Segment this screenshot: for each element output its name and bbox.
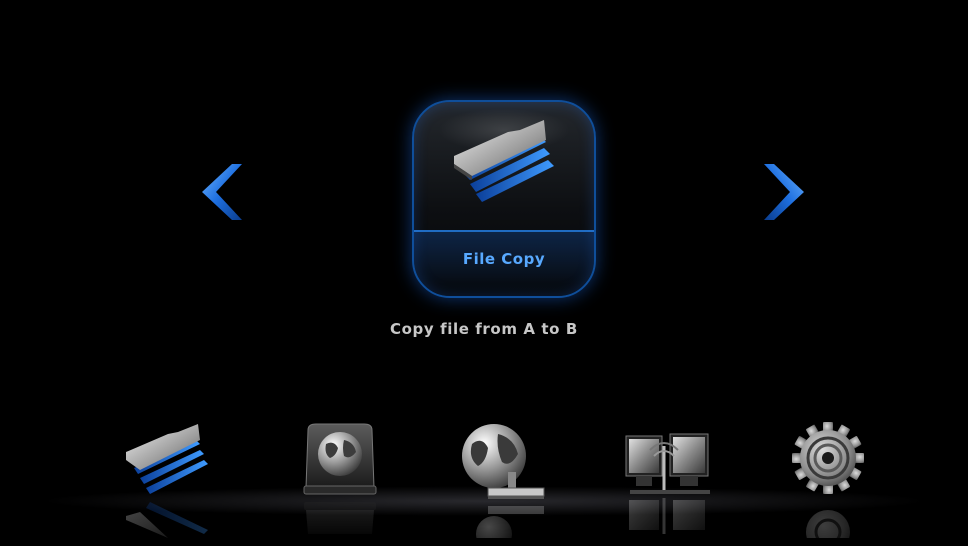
app-description: Copy file from A to B bbox=[390, 320, 578, 338]
main-screen: File Copy Copy file from A to B bbox=[8, 8, 960, 538]
dock-item-wireless-display[interactable] bbox=[620, 416, 720, 538]
dock-item-settings[interactable] bbox=[782, 416, 882, 538]
chevron-left-icon[interactable] bbox=[196, 160, 244, 224]
gear-icon bbox=[792, 422, 864, 538]
globe-drive-icon bbox=[303, 423, 377, 534]
globe-network-icon bbox=[462, 424, 545, 538]
dock-item-file-copy[interactable] bbox=[116, 416, 216, 538]
selected-app-title: File Copy bbox=[462, 250, 546, 268]
dock-item-network-drive[interactable] bbox=[290, 416, 390, 538]
file-copy-icon bbox=[454, 120, 554, 202]
selected-app-tile[interactable]: File Copy bbox=[412, 100, 596, 298]
chevron-right-icon[interactable] bbox=[762, 160, 810, 224]
file-copy-icon bbox=[126, 424, 208, 538]
monitors-antenna-icon bbox=[625, 433, 710, 534]
dock-item-network[interactable] bbox=[448, 416, 548, 538]
